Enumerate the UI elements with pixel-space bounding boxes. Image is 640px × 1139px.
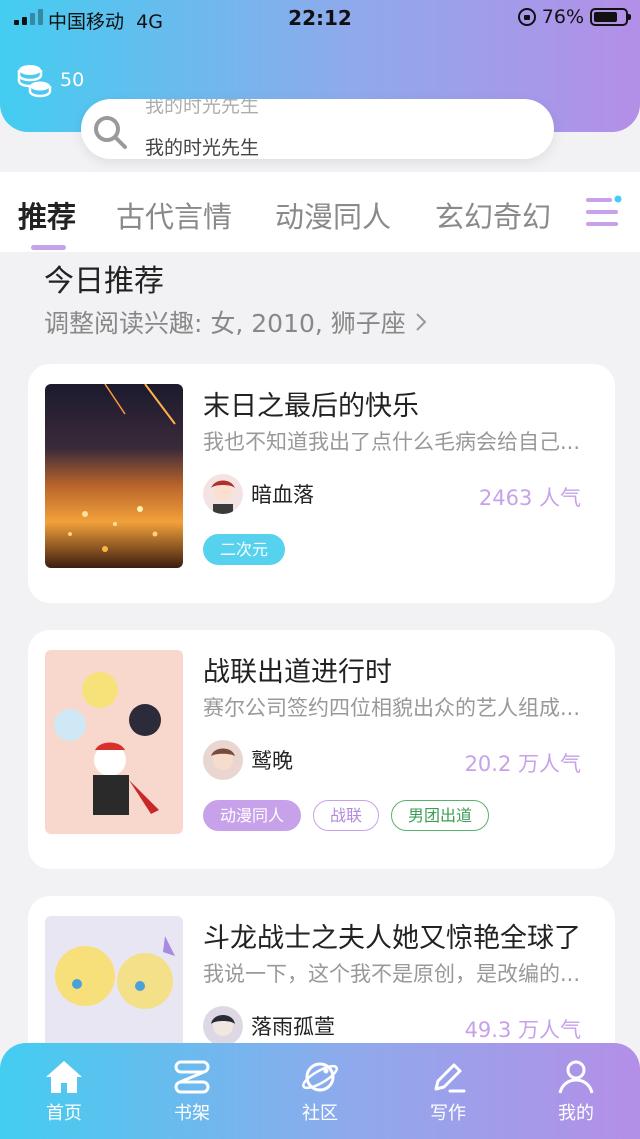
search-placeholder: 我的时光先生 — [145, 137, 260, 159]
popularity-count: 20.2 万人气 — [464, 752, 581, 776]
nav-label: 写作 — [430, 1103, 466, 1124]
book-title: 末日之最后的快乐 — [203, 391, 419, 422]
tab-fantasy[interactable]: 玄幻奇幻 — [435, 194, 551, 236]
book-tag[interactable]: 战联 — [313, 800, 380, 831]
book-tag[interactable]: 动漫同人 — [203, 800, 302, 831]
coins-icon — [17, 65, 52, 98]
nav-write[interactable]: 写作 — [384, 1043, 512, 1139]
user-icon — [558, 1060, 594, 1094]
book-author[interactable]: 暗血落 — [203, 474, 314, 514]
tag-list: 动漫同人 战联 男团出道 — [203, 800, 490, 831]
planet-icon — [302, 1062, 338, 1092]
book-cover — [45, 650, 183, 834]
coin-count: 50 — [60, 69, 85, 91]
nav-label: 社区 — [302, 1103, 338, 1124]
active-tab-indicator — [31, 245, 66, 250]
category-tabs: 推荐 古代言情 动漫同人 玄幻奇幻 — [0, 172, 640, 252]
status-bar: 中国移动 4G 22:12 76% — [0, 0, 640, 36]
pen-icon — [434, 1063, 466, 1093]
search-bar[interactable]: 我的时光先生 我的时光先生 — [81, 99, 554, 159]
nav-community[interactable]: 社区 — [256, 1043, 384, 1139]
nav-label: 书架 — [174, 1103, 210, 1124]
author-name: 鹫晚 — [251, 749, 293, 773]
nav-label: 首页 — [46, 1103, 82, 1124]
avatar — [203, 740, 243, 780]
book-tag[interactable]: 男团出道 — [391, 800, 490, 831]
tab-anime-fanfic[interactable]: 动漫同人 — [275, 194, 391, 236]
author-name: 暗血落 — [251, 483, 314, 507]
nav-home[interactable]: 首页 — [0, 1043, 128, 1139]
book-tag[interactable]: 二次元 — [203, 534, 286, 565]
popularity-count: 49.3 万人气 — [464, 1018, 581, 1042]
reading-interest-link[interactable]: 调整阅读兴趣: 女, 2010, 狮子座 — [44, 304, 428, 340]
reading-interest-text: 调整阅读兴趣: 女, 2010, 狮子座 — [44, 309, 406, 338]
avatar — [203, 1006, 243, 1046]
search-placeholder-prev: 我的时光先生 — [145, 99, 260, 117]
book-title: 战联出道进行时 — [203, 657, 392, 688]
book-author[interactable]: 鹫晚 — [203, 740, 293, 780]
search-icon — [94, 116, 127, 149]
tag-list: 二次元 — [203, 534, 286, 565]
book-author[interactable]: 落雨孤萱 — [203, 1006, 335, 1046]
coin-balance[interactable]: 50 — [16, 62, 84, 98]
tab-recommend[interactable]: 推荐 — [18, 194, 76, 236]
avatar — [203, 474, 243, 514]
category-menu-icon[interactable] — [586, 194, 626, 230]
battery-percent: 76% — [541, 6, 584, 28]
nav-bookshelf[interactable]: 书架 — [128, 1043, 256, 1139]
home-icon — [46, 1061, 82, 1093]
author-name: 落雨孤萱 — [251, 1015, 335, 1039]
bookshelf-icon — [174, 1060, 210, 1094]
bottom-nav: 首页 书架 社区 写作 我的 — [0, 1043, 640, 1139]
section-title: 今日推荐 — [44, 264, 164, 299]
popularity-count: 2463 人气 — [478, 486, 581, 510]
rotation-lock-icon — [517, 8, 536, 26]
book-card[interactable]: 战联出道进行时 赛尔公司签约四位相貌出众的艺人组成... 鹫晚 20.2 万人气… — [28, 630, 615, 869]
book-description: 我说一下，这个我不是原创，是改编的... — [203, 962, 581, 986]
nav-mine[interactable]: 我的 — [512, 1043, 640, 1139]
book-card[interactable]: 末日之最后的快乐 我也不知道我出了点什么毛病会给自己... 暗血落 2463 人… — [28, 364, 615, 603]
book-cover — [45, 384, 183, 568]
chevron-right-icon — [416, 313, 427, 331]
book-title: 斗龙战士之夫人她又惊艳全球了 — [203, 923, 581, 954]
nav-label: 我的 — [558, 1103, 594, 1124]
battery-icon — [590, 8, 631, 26]
book-description: 赛尔公司签约四位相貌出众的艺人组成... — [203, 696, 581, 720]
tab-ancient-romance[interactable]: 古代言情 — [116, 194, 232, 236]
book-description: 我也不知道我出了点什么毛病会给自己... — [203, 430, 581, 454]
